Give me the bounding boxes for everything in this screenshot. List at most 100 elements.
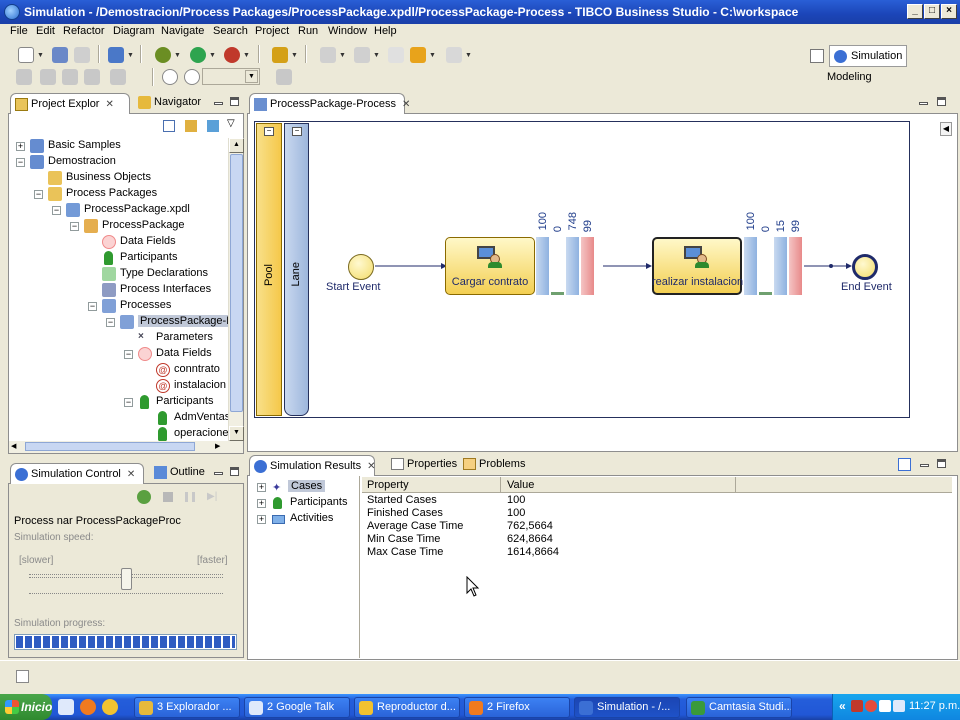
- export-results-icon[interactable]: [898, 458, 911, 471]
- expand-icon[interactable]: +: [257, 483, 266, 492]
- results-item-participants[interactable]: + Participants: [248, 495, 358, 511]
- maximize-view-icon[interactable]: [230, 467, 239, 476]
- table-row[interactable]: Average Case Time 762,5664: [362, 520, 952, 533]
- perspective-modeling[interactable]: Modeling: [827, 70, 907, 86]
- tab-properties[interactable]: Properties: [389, 458, 457, 470]
- tree-item[interactable]: Data Fields: [9, 234, 229, 250]
- tree-item[interactable]: − ProcessPackage: [9, 218, 229, 234]
- save-icon[interactable]: [52, 47, 68, 63]
- scroll-thumb[interactable]: [230, 154, 243, 412]
- tab-problems[interactable]: Problems: [461, 458, 525, 470]
- menu-search[interactable]: Search: [213, 25, 248, 37]
- view-menu-icon[interactable]: ▽: [227, 118, 235, 129]
- back-arrow-icon[interactable]: [410, 47, 426, 63]
- menu-window[interactable]: Window: [328, 25, 367, 37]
- menu-help[interactable]: Help: [374, 25, 397, 37]
- collapse-icon[interactable]: −: [16, 158, 25, 167]
- collapse-icon[interactable]: −: [88, 302, 97, 311]
- table-row[interactable]: Finished Cases 100: [362, 507, 952, 520]
- menu-refactor[interactable]: Refactor: [63, 25, 105, 37]
- tree-item[interactable]: Type Declarations: [9, 266, 229, 282]
- results-item-activities[interactable]: + Activities: [248, 511, 358, 527]
- maximize-view-icon[interactable]: [937, 97, 946, 106]
- tray-antivirus-icon[interactable]: [865, 700, 877, 712]
- tree-item[interactable]: + Basic Samples: [9, 138, 229, 154]
- table-row[interactable]: Started Cases 100: [362, 494, 952, 507]
- distribute-icon[interactable]: [62, 69, 78, 85]
- quicklaunch-firefox-icon[interactable]: [80, 699, 96, 715]
- quicklaunch-ie-icon[interactable]: [58, 699, 74, 715]
- collapse-icon[interactable]: −: [70, 222, 79, 231]
- last-edit-icon[interactable]: [388, 47, 404, 63]
- maximize-view-icon[interactable]: [937, 459, 946, 468]
- tab-simulation-control[interactable]: Simulation Control ✕: [10, 463, 144, 485]
- fast-view-icon[interactable]: [16, 670, 29, 683]
- table-row[interactable]: Max Case Time 1614,8664: [362, 546, 952, 559]
- diagram-icon[interactable]: [108, 47, 124, 63]
- open-perspective-icon[interactable]: [810, 49, 824, 63]
- zoom-in-icon[interactable]: [162, 69, 178, 85]
- taskbar-item[interactable]: Simulation - /...: [574, 697, 680, 718]
- scroll-right-button[interactable]: ▶: [215, 442, 224, 451]
- column-header-property[interactable]: Property: [367, 479, 409, 491]
- print-icon[interactable]: [74, 47, 90, 63]
- pen-tool-icon[interactable]: [272, 47, 288, 63]
- collapse-icon[interactable]: −: [34, 190, 43, 199]
- align-icon[interactable]: [40, 69, 56, 85]
- menu-edit[interactable]: Edit: [36, 25, 55, 37]
- close-button[interactable]: ×: [941, 4, 957, 19]
- task-cargar-contrato[interactable]: Cargar contrato: [445, 237, 535, 295]
- close-icon[interactable]: ✕: [367, 461, 375, 472]
- maximize-button[interactable]: □: [924, 4, 940, 19]
- tree-item[interactable]: operaciones: [9, 426, 229, 442]
- minimize-view-icon[interactable]: [920, 464, 929, 467]
- palette-toggle-icon[interactable]: ◀: [940, 122, 952, 136]
- tree-item[interactable]: − Processes: [9, 298, 229, 314]
- taskbar-item[interactable]: 3 Explorador ...: [134, 697, 240, 718]
- tree-item[interactable]: − Demostracion: [9, 154, 229, 170]
- horizontal-scroll-thumb[interactable]: [25, 442, 195, 451]
- tree-item[interactable]: − Participants: [9, 394, 229, 410]
- close-icon[interactable]: ✕: [402, 99, 410, 110]
- close-icon[interactable]: ✕: [127, 469, 135, 480]
- minimize-view-icon[interactable]: [214, 102, 223, 105]
- tree-item[interactable]: Business Objects: [9, 170, 229, 186]
- maximize-view-icon[interactable]: [230, 97, 239, 106]
- zoom-out-icon[interactable]: [184, 69, 200, 85]
- debug-icon[interactable]: [155, 47, 171, 63]
- link-editor-icon[interactable]: [185, 120, 197, 132]
- taskbar-item[interactable]: Camtasia Studi...: [686, 697, 792, 718]
- tree-item[interactable]: − ProcessPackage.xpdl: [9, 202, 229, 218]
- scroll-left-button[interactable]: ◀: [11, 442, 20, 451]
- grid-icon[interactable]: [16, 69, 32, 85]
- tree-item[interactable]: @ instalacion: [9, 378, 229, 394]
- tree-horizontal-scrollbar[interactable]: ◀ ▶: [9, 441, 243, 453]
- speed-slider-thumb[interactable]: [120, 568, 132, 590]
- diagram-canvas[interactable]: − Pool − Lane Start Event Cargar contrat…: [247, 114, 958, 452]
- perspective-simulation[interactable]: Simulation: [829, 45, 907, 67]
- run-simulation-icon[interactable]: [137, 490, 151, 504]
- tree-item[interactable]: − Data Fields: [9, 346, 229, 362]
- new-icon[interactable]: [18, 47, 34, 63]
- tree-item[interactable]: Participants: [9, 250, 229, 266]
- end-event[interactable]: [852, 254, 878, 280]
- annotation-next-icon[interactable]: [320, 47, 336, 63]
- collapse-icon[interactable]: −: [124, 350, 133, 359]
- expand-icon[interactable]: +: [16, 142, 25, 151]
- tray-mail-icon[interactable]: [879, 700, 891, 712]
- column-header-value[interactable]: Value: [507, 479, 534, 491]
- taskbar-item[interactable]: Reproductor d...: [354, 697, 460, 718]
- collapse-icon[interactable]: −: [106, 318, 115, 327]
- stop-simulation-icon[interactable]: [163, 492, 173, 502]
- quicklaunch-media-icon[interactable]: [102, 699, 118, 715]
- tree-item[interactable]: @ conntrato: [9, 362, 229, 378]
- minimize-button[interactable]: _: [907, 4, 923, 19]
- table-row[interactable]: Min Case Time 624,8664: [362, 533, 952, 546]
- tree-vertical-scrollbar[interactable]: ▲ ▼: [228, 138, 244, 441]
- menu-navigate[interactable]: Navigate: [161, 25, 204, 37]
- annotation-prev-icon[interactable]: [354, 47, 370, 63]
- results-item-cases[interactable]: + ✦ Cases: [248, 479, 358, 495]
- tab-project-explorer[interactable]: Project Explor ✕: [10, 93, 130, 115]
- menu-run[interactable]: Run: [298, 25, 318, 37]
- menu-project[interactable]: Project: [255, 25, 289, 37]
